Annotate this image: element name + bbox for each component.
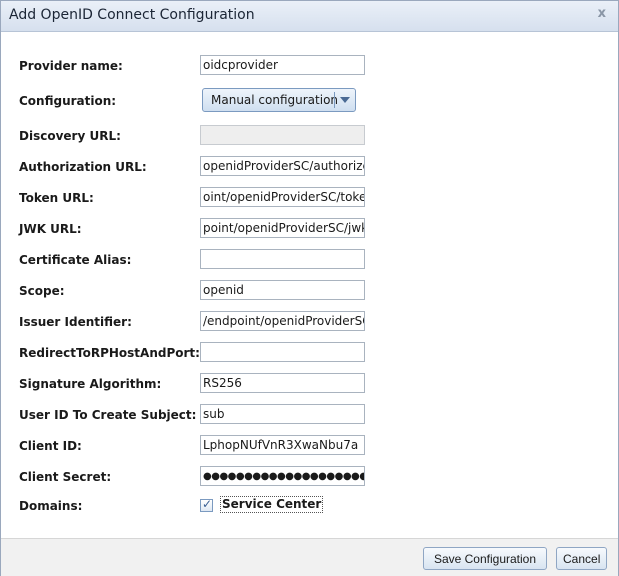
issuer-identifier-input[interactable]: /endpoint/openidProviderSC (200, 311, 365, 331)
dialog-titlebar[interactable]: Add OpenID Connect Configuration x (1, 1, 618, 32)
authorization-url-label: Authorization URL: (19, 160, 147, 174)
domains-label: Domains: (19, 499, 83, 513)
signature-algorithm-label: Signature Algorithm: (19, 377, 162, 391)
discovery-url-input (200, 125, 365, 145)
service-center-checkbox[interactable]: ✓ (200, 497, 213, 512)
authorization-url-input[interactable]: openidProviderSC/authorize (200, 156, 365, 176)
user-id-subject-input[interactable]: sub (200, 404, 365, 424)
jwk-url-row: JWK URL: point/openidProviderSC/jwk (1, 218, 618, 242)
redirect-host-port-label: RedirectToRPHostAndPort: (19, 346, 200, 360)
redirect-host-port-input[interactable] (200, 342, 365, 362)
jwk-url-label: JWK URL: (19, 222, 82, 236)
configuration-row: Configuration: Manual configuration (1, 88, 618, 114)
client-secret-row: Client Secret: ●●●●●●●●●●●●●●●●●●●● (1, 466, 618, 490)
add-openid-connect-dialog: Add OpenID Connect Configuration x Provi… (0, 0, 619, 576)
configuration-label: Configuration: (19, 94, 117, 108)
issuer-identifier-row: Issuer Identifier: /endpoint/openidProvi… (1, 311, 618, 335)
provider-name-input[interactable]: oidcprovider (200, 55, 365, 75)
authorization-url-row: Authorization URL: openidProviderSC/auth… (1, 156, 618, 180)
cancel-button[interactable]: Cancel (556, 547, 607, 570)
client-secret-input[interactable]: ●●●●●●●●●●●●●●●●●●●● (200, 466, 365, 486)
dialog-title: Add OpenID Connect Configuration (9, 7, 255, 23)
client-id-row: Client ID: LphopNUfVnR3XwaNbu7a (1, 435, 618, 459)
discovery-url-row: Discovery URL: (1, 125, 618, 149)
provider-name-label: Provider name: (19, 59, 123, 73)
issuer-identifier-label: Issuer Identifier: (19, 315, 132, 329)
service-center-option-label[interactable]: Service Center (220, 496, 324, 513)
certificate-alias-label: Certificate Alias: (19, 253, 132, 267)
select-divider (334, 92, 335, 108)
signature-algorithm-row: Signature Algorithm: RS256 (1, 373, 618, 397)
redirect-host-port-row: RedirectToRPHostAndPort: (1, 342, 618, 366)
chevron-down-icon[interactable] (340, 97, 350, 103)
certificate-alias-row: Certificate Alias: (1, 249, 618, 273)
dialog-body: Provider name: oidcprovider Configuratio… (1, 32, 618, 538)
close-icon[interactable]: x (598, 6, 606, 21)
scope-row: Scope: openid (1, 280, 618, 304)
client-id-input[interactable]: LphopNUfVnR3XwaNbu7a (200, 435, 365, 455)
token-url-row: Token URL: oint/openidProviderSC/token (1, 187, 618, 211)
user-id-subject-row: User ID To Create Subject: sub (1, 404, 618, 428)
checkmark-icon: ✓ (202, 497, 213, 511)
domains-row: Domains: ✓ Service Center (1, 495, 618, 519)
provider-name-row: Provider name: oidcprovider (1, 55, 618, 79)
save-configuration-button[interactable]: Save Configuration (423, 547, 547, 570)
scope-input[interactable]: openid (200, 280, 365, 300)
configuration-select[interactable]: Manual configuration (202, 88, 356, 112)
scope-label: Scope: (19, 284, 65, 298)
token-url-input[interactable]: oint/openidProviderSC/token (200, 187, 365, 207)
configuration-selected-value: Manual configuration (211, 93, 339, 107)
token-url-label: Token URL: (19, 191, 94, 205)
client-secret-label: Client Secret: (19, 470, 112, 484)
discovery-url-label: Discovery URL: (19, 129, 121, 143)
jwk-url-input[interactable]: point/openidProviderSC/jwk (200, 218, 365, 238)
certificate-alias-input[interactable] (200, 249, 365, 269)
dialog-footer: Save Configuration Cancel (1, 538, 618, 576)
client-id-label: Client ID: (19, 439, 82, 453)
user-id-subject-label: User ID To Create Subject: (19, 408, 197, 422)
signature-algorithm-input[interactable]: RS256 (200, 373, 365, 393)
